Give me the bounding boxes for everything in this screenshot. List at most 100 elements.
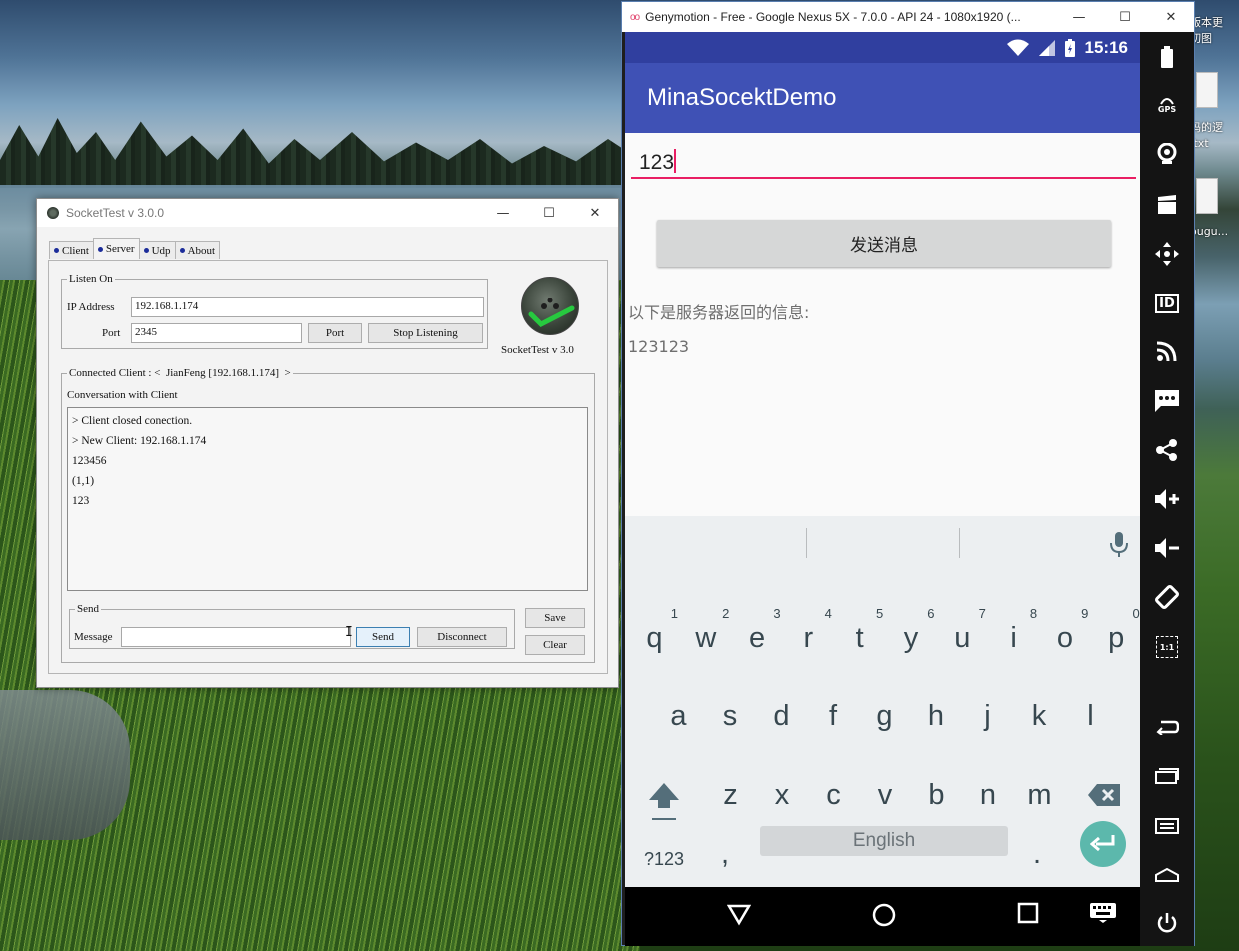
- send-message-button[interactable]: 发送消息: [657, 220, 1111, 267]
- clear-button[interactable]: Clear: [525, 635, 585, 655]
- key-letter: i: [1010, 621, 1017, 654]
- key-g[interactable]: g: [859, 688, 910, 744]
- key-b[interactable]: b: [911, 767, 962, 823]
- back-icon[interactable]: [1140, 712, 1194, 742]
- key-y[interactable]: y6: [886, 606, 937, 666]
- key-s[interactable]: s: [705, 688, 756, 744]
- close-button[interactable]: ✕: [1148, 2, 1194, 32]
- tab-about[interactable]: About: [174, 241, 221, 259]
- shift-icon[interactable]: [648, 780, 680, 822]
- back-icon[interactable]: [727, 902, 751, 926]
- desktop-icon-label[interactable]: ougu...: [1190, 225, 1239, 239]
- conversation-log[interactable]: > Client closed conection. > New Client:…: [67, 407, 588, 591]
- desktop-file-icon[interactable]: [1196, 178, 1218, 214]
- enter-arrow-icon: [1090, 835, 1115, 852]
- key-k[interactable]: k: [1014, 688, 1065, 744]
- battery-icon[interactable]: [1140, 42, 1194, 72]
- port-label: Port: [102, 327, 121, 339]
- desktop-icon-label[interactable]: 版本更: [1190, 16, 1239, 30]
- period-key[interactable]: .: [1017, 834, 1057, 874]
- enter-key[interactable]: [1080, 821, 1126, 867]
- app-bar: MinaSocektDemo: [625, 63, 1140, 133]
- response-label: 以下是服务器返回的信息:: [628, 303, 810, 322]
- desktop-icon-label[interactable]: .txt: [1190, 137, 1239, 151]
- power-icon[interactable]: [1140, 908, 1194, 938]
- message-input[interactable]: 123: [631, 145, 1136, 179]
- key-z[interactable]: z: [705, 767, 756, 823]
- key-r[interactable]: r4: [783, 606, 834, 666]
- save-button[interactable]: Save: [525, 608, 585, 628]
- key-f[interactable]: f: [808, 688, 859, 744]
- key-letter: q: [646, 621, 663, 654]
- key-d[interactable]: d: [756, 688, 807, 744]
- desktop-icon-label[interactable]: 码的逻: [1190, 121, 1239, 135]
- sockettest-logo: [521, 277, 579, 335]
- home-icon[interactable]: [871, 902, 897, 928]
- volume-down-icon[interactable]: [1140, 533, 1194, 563]
- maximize-button[interactable]: ☐: [526, 199, 572, 227]
- home-icon[interactable]: [1140, 860, 1194, 890]
- key-m[interactable]: m: [1014, 767, 1065, 823]
- response-value: 123123: [628, 337, 690, 356]
- suggestion-strip: [625, 516, 1140, 572]
- key-i[interactable]: i8: [988, 606, 1039, 666]
- tab-server[interactable]: Server: [92, 238, 140, 259]
- desktop-icon-label[interactable]: 切图: [1190, 32, 1239, 46]
- disconnect-button[interactable]: Disconnect: [417, 627, 507, 647]
- minimize-button[interactable]: —: [1056, 2, 1102, 32]
- key-e[interactable]: e3: [732, 606, 783, 666]
- key-u[interactable]: u7: [937, 606, 988, 666]
- backspace-icon[interactable]: [1088, 784, 1120, 806]
- send-button[interactable]: Send: [356, 627, 410, 647]
- menu-icon[interactable]: [1140, 811, 1194, 841]
- key-l[interactable]: l: [1065, 688, 1116, 744]
- key-t[interactable]: t5: [834, 606, 885, 666]
- recent-apps-icon[interactable]: [1017, 902, 1039, 924]
- share-icon[interactable]: [1140, 435, 1194, 465]
- pixel-label: 1:1: [1156, 636, 1178, 658]
- webcam-icon[interactable]: [1140, 139, 1194, 169]
- key-h[interactable]: h: [911, 688, 962, 744]
- port-field[interactable]: 2345: [131, 323, 302, 343]
- spacebar[interactable]: English: [760, 826, 1008, 856]
- close-button[interactable]: ✕: [572, 199, 618, 227]
- network-icon[interactable]: [1140, 336, 1194, 366]
- signal-icon: [1038, 39, 1055, 56]
- dpad-icon[interactable]: [1140, 239, 1194, 269]
- desktop-file-icon[interactable]: [1196, 72, 1218, 108]
- tab-client[interactable]: Client: [49, 241, 94, 259]
- key-o[interactable]: o9: [1039, 606, 1090, 666]
- port-button[interactable]: Port: [308, 323, 362, 343]
- key-hint-number: 0: [1132, 606, 1140, 621]
- rotate-icon[interactable]: [1140, 582, 1194, 612]
- key-q[interactable]: q1: [629, 606, 680, 666]
- maximize-button[interactable]: ☐: [1102, 2, 1148, 32]
- recent-apps-icon[interactable]: [1140, 761, 1194, 791]
- message-input[interactable]: [121, 627, 351, 647]
- stop-listening-button[interactable]: Stop Listening: [368, 323, 483, 343]
- key-p[interactable]: p0: [1091, 606, 1140, 666]
- key-w[interactable]: w2: [680, 606, 731, 666]
- key-letter: y: [903, 621, 919, 654]
- minimize-button[interactable]: —: [480, 199, 526, 227]
- ip-address-field[interactable]: 192.168.1.174: [131, 297, 484, 317]
- key-x[interactable]: x: [757, 767, 808, 823]
- sms-icon[interactable]: [1140, 386, 1194, 416]
- microphone-icon[interactable]: [1108, 530, 1130, 560]
- key-c[interactable]: c: [808, 767, 859, 823]
- comma-key[interactable]: ,: [705, 834, 745, 874]
- key-n[interactable]: n: [963, 767, 1014, 823]
- symbols-key[interactable]: ?123: [639, 844, 689, 874]
- key-j[interactable]: j: [962, 688, 1013, 744]
- key-a[interactable]: a: [653, 688, 704, 744]
- capture-icon[interactable]: [1140, 190, 1194, 220]
- volume-up-icon[interactable]: [1140, 484, 1194, 514]
- identity-icon[interactable]: ID: [1140, 288, 1194, 318]
- pixel-perfect-icon[interactable]: 1:1: [1140, 632, 1194, 662]
- android-screen: 15:16 MinaSocektDemo 123 发送消息 以下是服务器返回的信…: [625, 32, 1140, 887]
- gps-icon[interactable]: GPS: [1140, 90, 1194, 120]
- key-v[interactable]: v: [860, 767, 911, 823]
- keyboard-icon[interactable]: [1089, 902, 1117, 924]
- tab-udp[interactable]: Udp: [138, 241, 176, 259]
- text-caret: [674, 149, 677, 173]
